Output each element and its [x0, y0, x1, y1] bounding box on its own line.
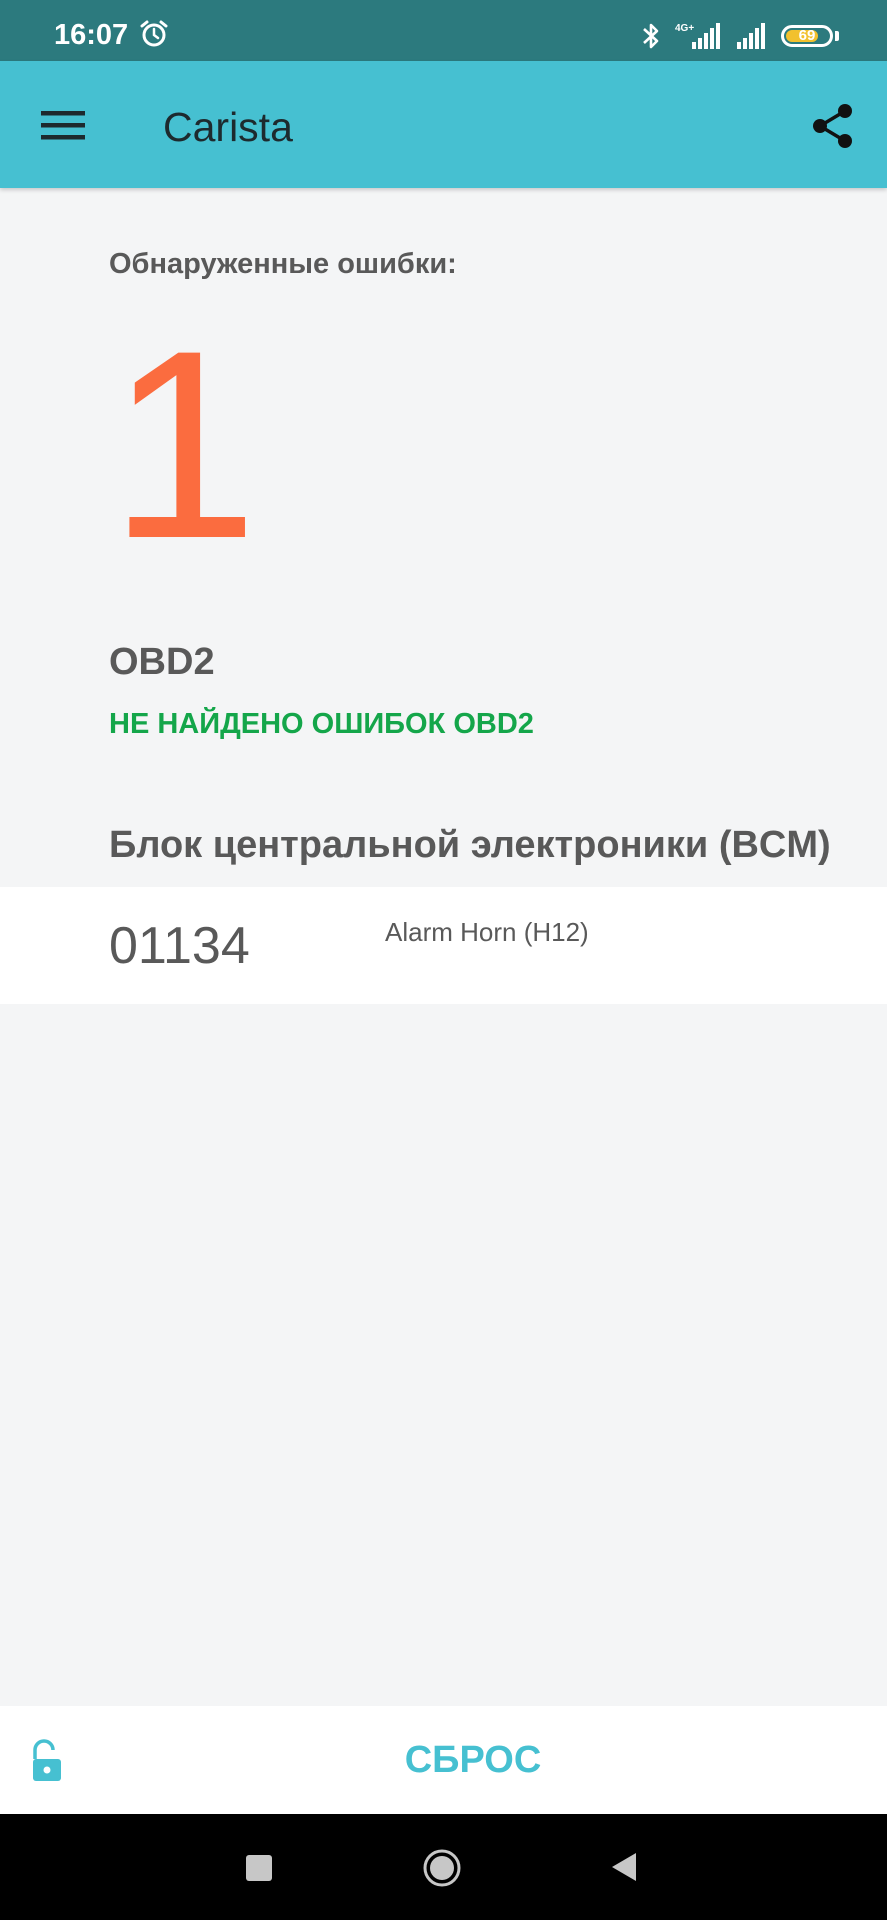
status-time: 16:07 [54, 19, 129, 51]
status-icons: 4G+ 69 [639, 18, 839, 54]
unlocked-padlock-icon[interactable] [27, 1739, 67, 1783]
alarm-clock-icon [140, 20, 168, 47]
hamburger-menu-icon[interactable] [36, 98, 90, 152]
error-list-item[interactable]: 01134 Alarm Horn (H12) [0, 887, 887, 1004]
bcm-section-title: Блок центральной электроники (BCM) [109, 824, 831, 866]
status-bar: 16:07 4G+ 69 [0, 0, 887, 61]
signal-bars-icon [737, 23, 765, 49]
app-bar: Carista [0, 61, 887, 188]
share-icon[interactable] [808, 101, 858, 151]
battery-level: 69 [798, 27, 816, 44]
reset-button[interactable]: СБРОС [343, 1728, 603, 1792]
obd2-section-title: OBD2 [109, 641, 215, 683]
errors-count: 1 [109, 294, 259, 594]
circle-icon[interactable] [422, 1848, 462, 1888]
battery-icon: 69 [781, 25, 833, 47]
triangle-back-icon[interactable] [608, 1851, 638, 1883]
battery-cap [835, 31, 839, 41]
obd2-status: НЕ НАЙДЕНО ОШИБОК OBD2 [109, 708, 534, 740]
bottom-bar: СБРОС [0, 1706, 887, 1814]
app-title: Carista [163, 104, 293, 150]
errors-found-label: Обнаруженные ошибки: [109, 248, 457, 280]
signal-bars-icon: 4G+ [675, 23, 720, 49]
network-type-label: 4G+ [675, 23, 694, 34]
square-icon[interactable] [246, 1855, 272, 1881]
bluetooth-icon [643, 23, 659, 49]
error-description: Alarm Horn (H12) [385, 917, 589, 947]
error-code: 01134 [109, 917, 250, 975]
system-navigation-bar [0, 1814, 887, 1920]
